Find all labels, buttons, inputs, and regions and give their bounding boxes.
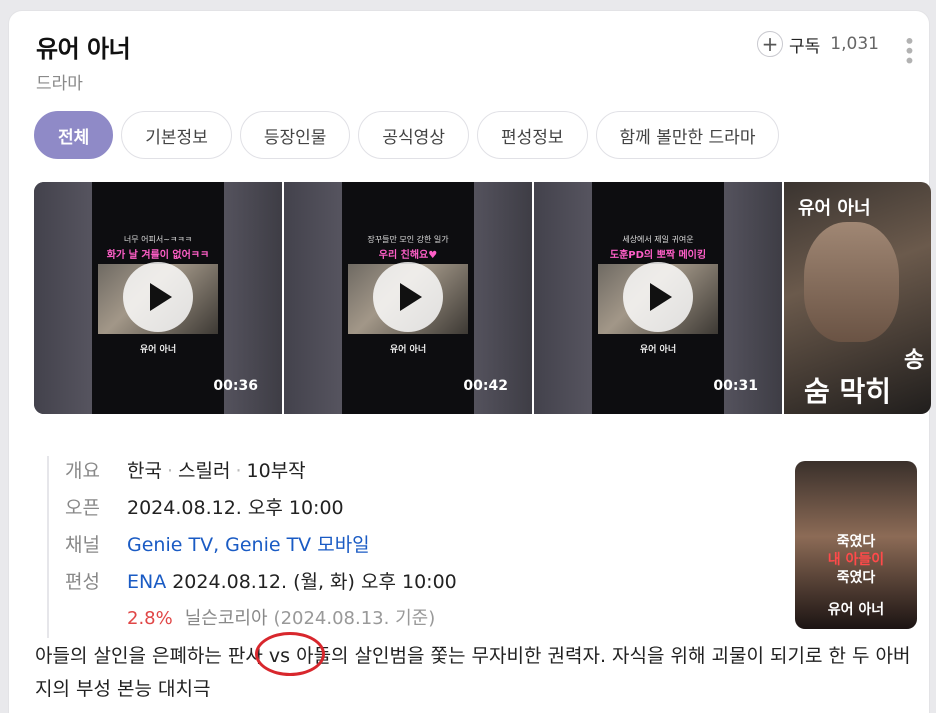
drama-description: 아들의 살인을 은폐하는 판사 vs 아들의 살인범을 쫓는 무자비한 권력자.… <box>35 645 911 700</box>
schedule-channel-link[interactable]: ENA <box>127 571 166 593</box>
video-caption: 도훈PD의 뽀짝 메이킹 <box>609 250 707 261</box>
poster-line: 죽였다 <box>836 534 876 550</box>
play-icon[interactable] <box>123 262 193 332</box>
info-label: 오픈 <box>65 497 100 519</box>
subscribe-label: 구독 <box>789 36 821 57</box>
video-carousel: 너무 어피서~ㅋㅋㅋ 화가 날 겨를이 없어ㅋㅋ 유어 아너 00:36 장꾸들… <box>34 182 931 414</box>
video-thumbnail[interactable]: 세상에서 제일 귀여운 도훈PD의 뽀짝 메이킹 유어 아너 00:31 <box>534 182 782 414</box>
poster-text: 숨 막히 <box>804 375 892 408</box>
poster-text-right: 송 <box>904 348 925 373</box>
info-premiere: 2024.08.12. 오후 10:00 <box>127 497 344 519</box>
video-duration: 00:42 <box>463 378 508 394</box>
info-row-premiere: 오픈 2024.08.12. 오후 10:00 <box>65 493 457 530</box>
channel-link-genie-tv-mobile[interactable]: Genie TV 모바일 <box>225 530 370 557</box>
poster-thumbnail[interactable]: 유어 아너 송 숨 막히 <box>784 182 931 414</box>
video-thumbnail[interactable]: 너무 어피서~ㅋㅋㅋ 화가 날 겨를이 없어ㅋㅋ 유어 아너 00:36 <box>34 182 282 414</box>
channel-link-genie-tv[interactable]: Genie TV, <box>127 534 219 556</box>
tab-bar: 전체 기본정보 등장인물 공식영상 편성정보 함께 볼만한 드라마 <box>34 111 780 159</box>
video-duration: 00:31 <box>713 378 758 394</box>
info-label: 편성 <box>65 571 100 593</box>
drama-poster[interactable]: 죽였다 내 아들이 죽였다 유어 아너 <box>795 461 917 629</box>
poster-line: 죽였다 <box>836 570 876 586</box>
video-thumbnail[interactable]: 장꾸들만 모인 강한 일가 우리 친해요♥ 유어 아너 00:42 <box>284 182 532 414</box>
rating-source: 닐슨코리아 <box>184 608 268 629</box>
info-episodes: 10부작 <box>246 460 306 482</box>
carousel-next-icon[interactable]: › <box>881 118 923 160</box>
tab-basic-info[interactable]: 기본정보 <box>121 111 232 159</box>
video-caption: 화가 날 겨를이 없어ㅋㅋ <box>106 250 210 261</box>
video-caption: 우리 친해요♥ <box>378 250 438 261</box>
tab-schedule[interactable]: 편성정보 <box>476 111 588 159</box>
tab-related-dramas[interactable]: 함께 볼만한 드라마 <box>595 111 780 159</box>
tab-characters[interactable]: 등장인물 <box>239 111 351 159</box>
drama-card: 유어 아너 드라마 + 구독 1,031 ••• 전체 기본정보 등장인물 공식… <box>8 10 931 713</box>
plus-icon: + <box>757 31 783 57</box>
poster-title: 유어 아너 <box>798 198 871 219</box>
more-options-icon[interactable]: ••• <box>897 35 921 64</box>
drama-genre: 드라마 <box>36 74 83 94</box>
rating-date: (2024.08.13. 기준) <box>273 608 436 629</box>
schedule-time: 2024.08.12. (월, 화) 오후 10:00 <box>172 571 457 593</box>
play-icon[interactable] <box>623 262 693 332</box>
tab-official-videos[interactable]: 공식영상 <box>358 111 469 159</box>
info-row-schedule: 편성 ENA 2024.08.12. (월, 화) 오후 10:00 <box>65 567 457 604</box>
info-country: 한국 <box>127 460 162 482</box>
video-duration: 00:36 <box>213 378 258 394</box>
poster-line: 내 아들이 <box>827 552 885 568</box>
rating-row: 2.8% 닐슨코리아 (2024.08.13. 기준) <box>65 604 457 638</box>
info-genre: 스릴러 <box>178 460 231 482</box>
video-caption-top: 세상에서 제일 귀여운 <box>622 235 694 244</box>
subscribe-button[interactable]: + 구독 1,031 <box>757 31 879 57</box>
video-caption-top: 너무 어피서~ㅋㅋㅋ <box>123 235 193 244</box>
video-show-logo: 유어 아너 <box>139 345 177 355</box>
poster-logo: 유어 아너 <box>827 602 885 618</box>
info-label: 개요 <box>65 460 100 482</box>
tab-all[interactable]: 전체 <box>34 111 114 159</box>
play-icon[interactable] <box>373 262 443 332</box>
info-row-channel: 채널 Genie TV, Genie TV 모바일 <box>65 530 457 567</box>
info-label: 채널 <box>65 534 100 556</box>
video-show-logo: 유어 아너 <box>389 345 427 355</box>
drama-title[interactable]: 유어 아너 <box>36 29 131 64</box>
video-caption-top: 장꾸들만 모인 강한 일가 <box>367 235 449 244</box>
rating-value: 2.8% <box>127 608 173 629</box>
poster-face-image <box>804 222 899 342</box>
subscribe-count: 1,031 <box>830 34 879 54</box>
info-row-overview: 개요 한국 · 스릴러 · 10부작 <box>65 456 457 493</box>
info-list: 개요 한국 · 스릴러 · 10부작 오픈 2024.08.12. 오후 10:… <box>47 456 457 638</box>
video-show-logo: 유어 아너 <box>639 345 677 355</box>
